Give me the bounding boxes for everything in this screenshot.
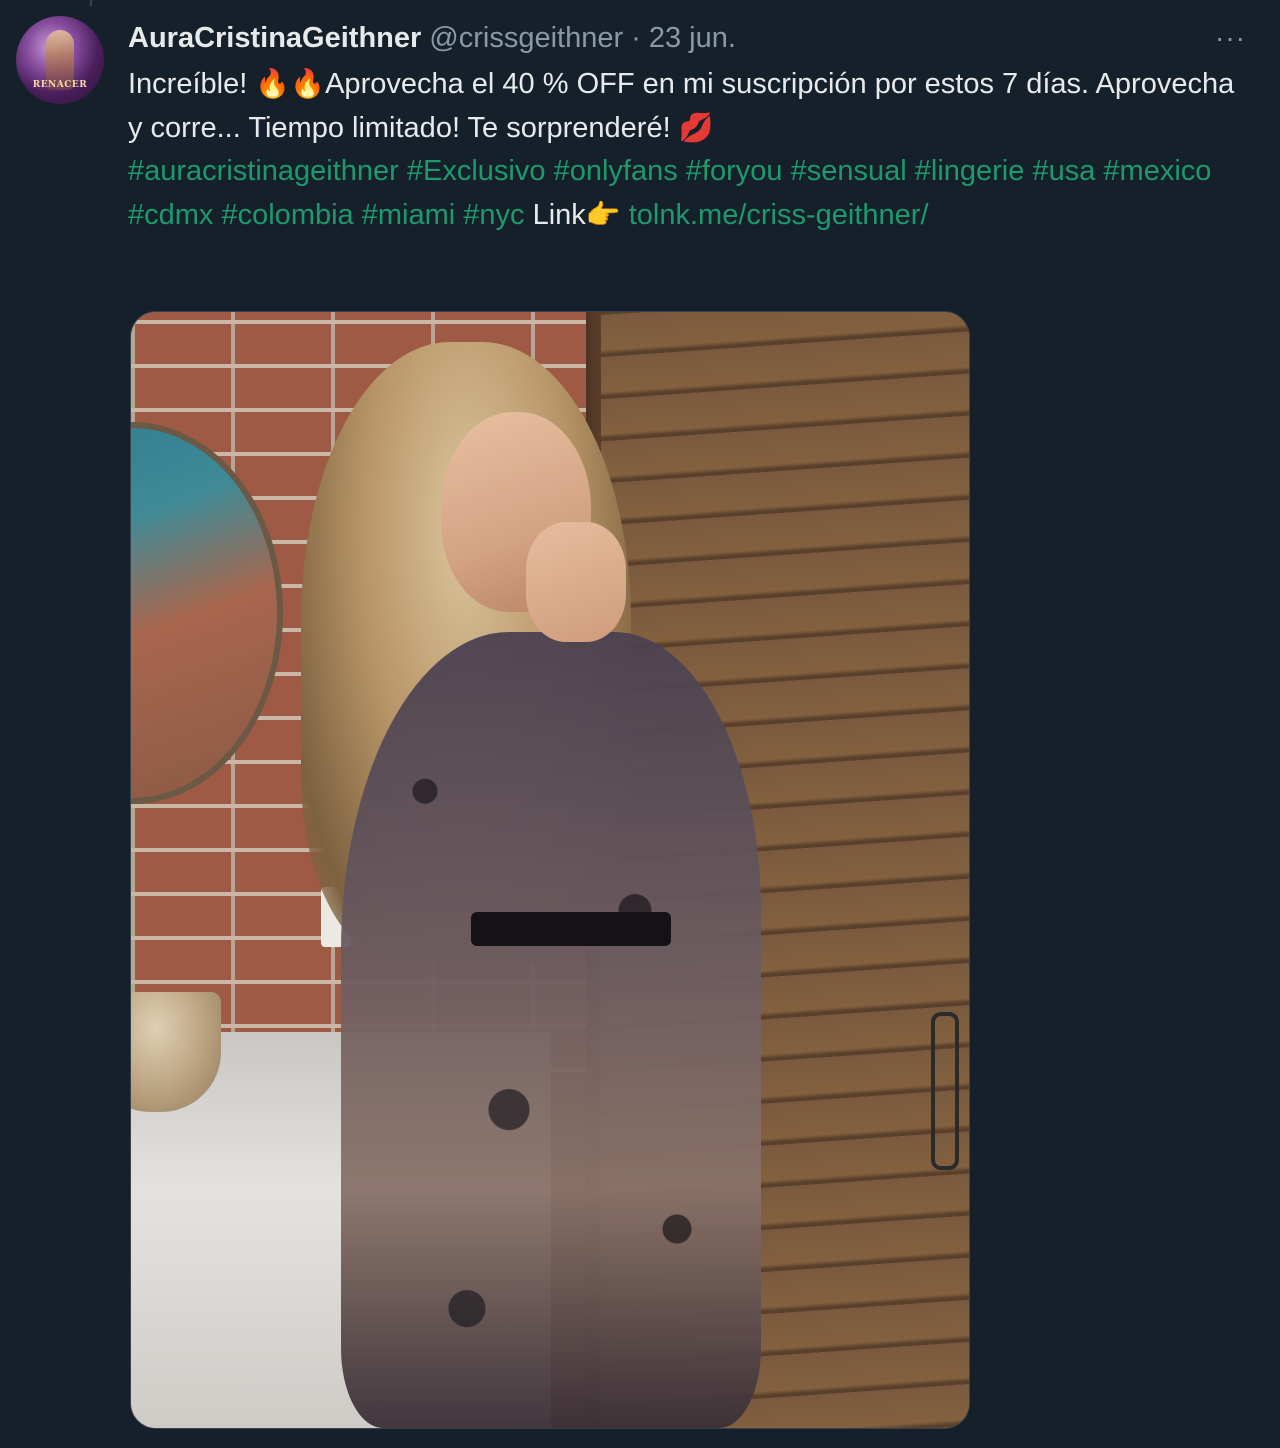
tweet-photo[interactable]: [130, 311, 970, 1429]
hashtag-link[interactable]: #colombia: [221, 199, 353, 231]
hashtag-link[interactable]: #auracristinageithner: [128, 155, 399, 187]
display-name[interactable]: AuraCristinaGeithner: [128, 18, 421, 58]
tweet-text: Increíble! 🔥🔥Aprovecha el 40 % OFF en mi…: [128, 63, 1248, 237]
header-separator: ·: [631, 22, 641, 54]
link-label: Link: [532, 198, 586, 231]
hashtag-link[interactable]: #nyc: [463, 199, 524, 231]
thread-line: [90, 0, 92, 6]
avatar[interactable]: RENACER: [16, 16, 104, 104]
fire-icon: 🔥: [290, 67, 326, 100]
hashtag-link[interactable]: #cdmx: [128, 199, 213, 231]
hashtag-link[interactable]: #usa: [1032, 155, 1095, 187]
hashtag-link[interactable]: #sensual: [791, 155, 907, 187]
hashtag-link[interactable]: #miami: [362, 199, 455, 231]
hashtag-link[interactable]: #Exclusivo: [407, 155, 546, 187]
fire-icon: 🔥: [255, 67, 291, 100]
more-options-icon[interactable]: ···: [1215, 18, 1246, 58]
hashtag-link[interactable]: #foryou: [686, 155, 783, 187]
tweet-text-intro: Increíble!: [128, 68, 256, 100]
photo-hands: [526, 522, 626, 642]
pointing-right-icon: 👉: [585, 197, 621, 231]
avatar-text: RENACER: [32, 80, 88, 90]
hashtag-link[interactable]: #mexico: [1103, 155, 1211, 187]
tweet-date[interactable]: 23 jun.: [649, 18, 736, 58]
external-link[interactable]: tolnk.me/criss-geithner/: [629, 199, 929, 231]
photo-lace-robe: [341, 632, 761, 1428]
hashtag-link[interactable]: #onlyfans: [554, 155, 678, 187]
tweet-header: AuraCristinaGeithner @crissgeithner · 23…: [128, 18, 1258, 58]
user-handle[interactable]: @crissgeithner: [429, 18, 623, 58]
hashtag-link[interactable]: #lingerie: [915, 155, 1025, 187]
tweet-content: AuraCristinaGeithner @crissgeithner · 23…: [128, 18, 1258, 237]
photo-door-handle: [931, 1012, 959, 1170]
photo-belt: [471, 912, 671, 946]
tweet[interactable]: RENACER AuraCristinaGeithner @crissgeith…: [0, 0, 1280, 1448]
kiss-lips-icon: 💋: [678, 110, 714, 144]
